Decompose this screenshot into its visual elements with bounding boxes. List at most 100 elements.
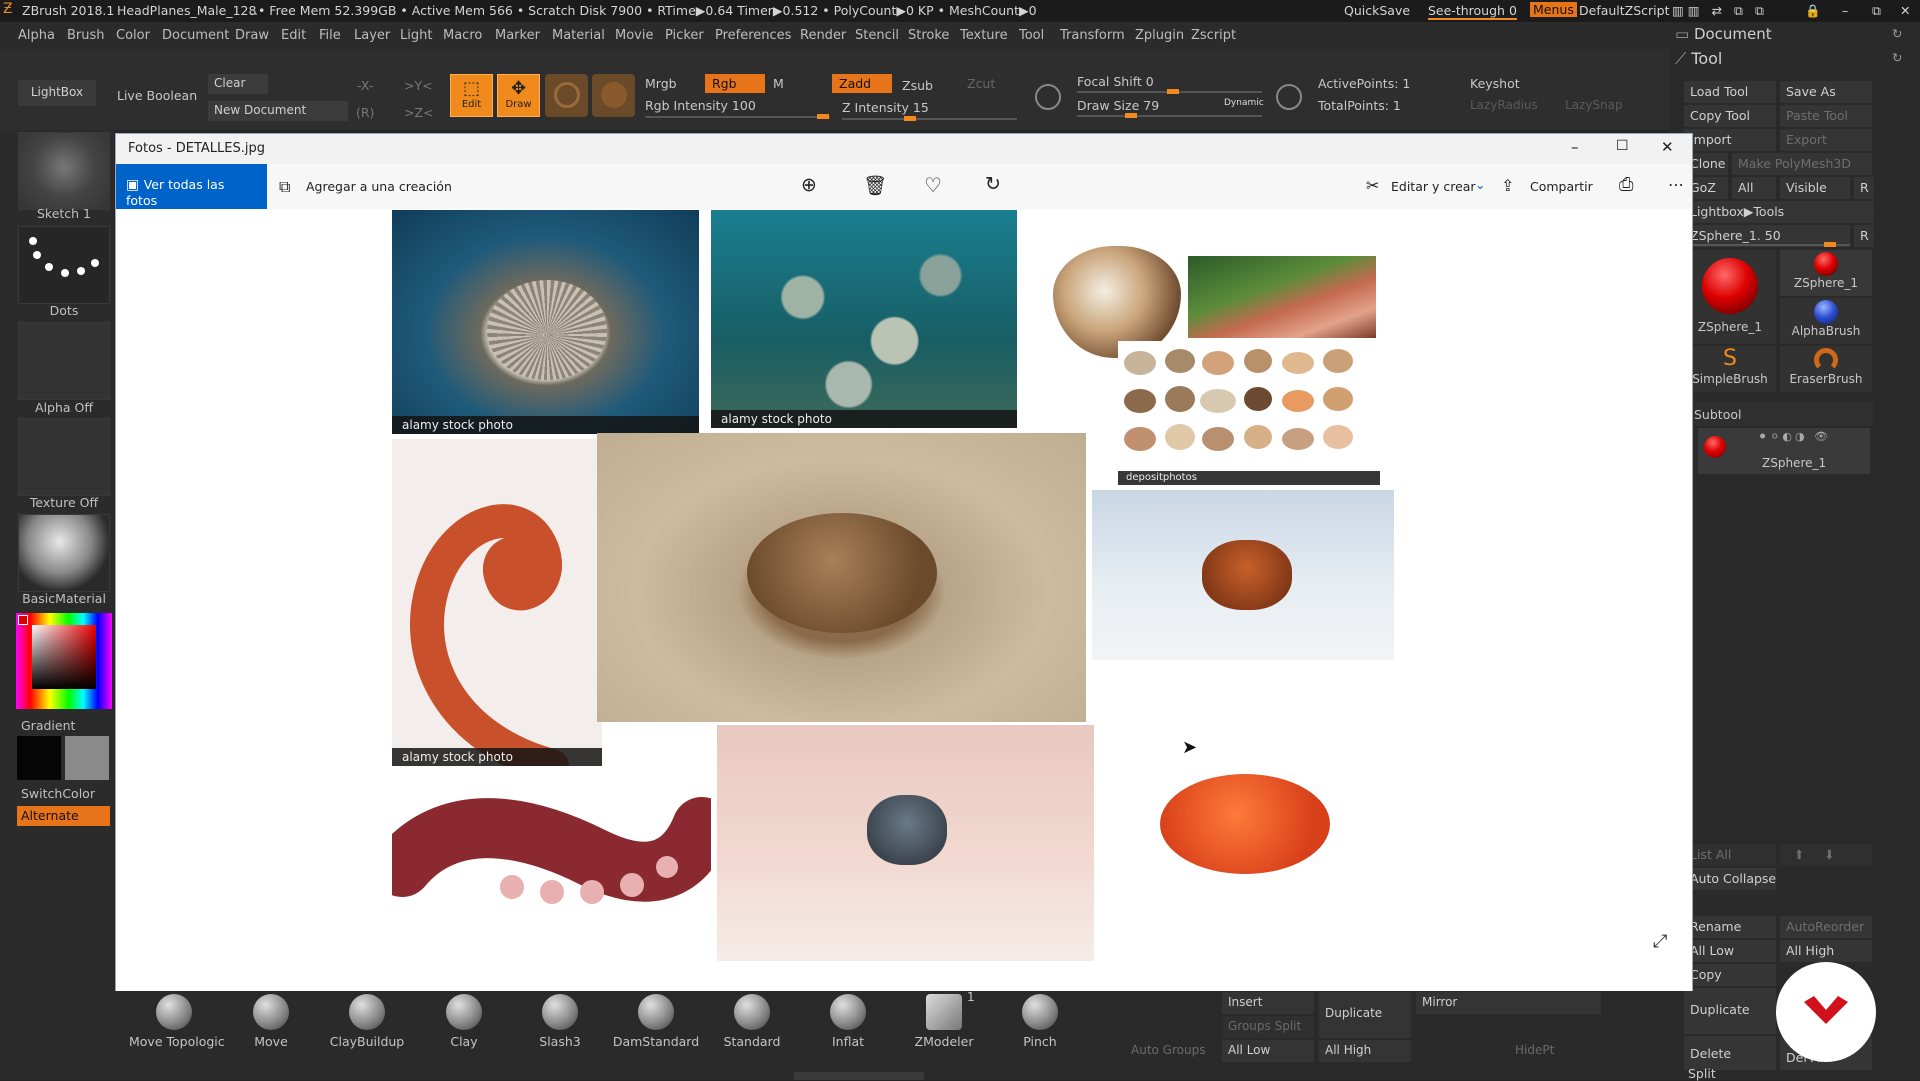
lightbox-tools-button[interactable]: Lightbox▶Tools (1684, 201, 1874, 223)
menu-draw[interactable]: Draw (235, 28, 269, 43)
delete-button[interactable]: Delete (1684, 1036, 1776, 1070)
zadd-toggle[interactable]: Zadd (832, 74, 892, 93)
z-intensity-slider[interactable] (842, 116, 1017, 121)
y-symmetry[interactable]: >Y< (404, 78, 433, 93)
menu-texture[interactable]: Texture (960, 28, 1008, 43)
keyshot-button[interactable]: Keyshot (1470, 76, 1520, 91)
color-square[interactable] (32, 625, 96, 689)
zoom-icon[interactable]: ⊕ (801, 174, 817, 196)
share-button[interactable]: Compartir (1530, 179, 1593, 194)
focal-shift-slider[interactable] (1077, 89, 1262, 94)
switchcolor-button[interactable]: SwitchColor (21, 786, 113, 801)
brush-move[interactable]: Move (226, 988, 316, 1049)
layout-icons[interactable]: ▥▥ ⇄ ⧉ ⧉ (1672, 3, 1768, 19)
menu-picker[interactable]: Picker (665, 28, 704, 43)
texture-thumbnail[interactable] (18, 418, 110, 496)
document-menu-header[interactable]: ▭ Document (1675, 25, 1772, 43)
default-zscript-button[interactable]: DefaultZScript (1579, 3, 1670, 18)
split-header[interactable]: Split (1688, 1066, 1716, 1081)
subtool-item[interactable]: ZSphere_1 ⚫⚪◐◑ 👁 (1698, 428, 1870, 474)
material-thumbnail[interactable] (18, 514, 110, 592)
paste-tool-button[interactable]: Paste Tool (1780, 105, 1872, 127)
menu-macro[interactable]: Macro (443, 28, 482, 43)
new-document-button[interactable]: New Document (208, 101, 348, 121)
menu-tool[interactable]: Tool (1019, 28, 1044, 43)
brush-clay[interactable]: Clay (419, 988, 509, 1049)
brush-move-topologic[interactable]: Move Topologic (129, 988, 225, 1049)
menu-preferences[interactable]: Preferences (715, 28, 791, 43)
menu-stencil[interactable]: Stencil (855, 28, 899, 43)
subtool-arrows[interactable]: ⬆ ⬇ (1780, 844, 1872, 866)
photos-close-icon[interactable]: ✕ (1661, 138, 1674, 156)
brush-damstandard[interactable]: DamStandard (611, 988, 701, 1049)
tool-thumb-alphabrush[interactable]: AlphaBrush (1780, 298, 1872, 344)
menu-document[interactable]: Document (162, 28, 229, 43)
main-color-swatch[interactable] (17, 736, 61, 780)
photos-maximize-icon[interactable]: ☐ (1616, 138, 1629, 154)
rename-button[interactable]: Rename (1684, 916, 1776, 938)
brush-pinch[interactable]: Pinch (995, 988, 1085, 1049)
goz-visible-button[interactable]: Visible (1780, 177, 1850, 199)
menu-edit[interactable]: Edit (281, 28, 306, 43)
auto-reorder-button[interactable]: AutoReorder (1780, 916, 1872, 938)
save-as-button[interactable]: Save As (1780, 81, 1872, 103)
insert-button[interactable]: Insert (1222, 992, 1314, 1014)
all-low-button[interactable]: All Low (1684, 940, 1776, 962)
more-icon[interactable]: ⋯ (1668, 175, 1684, 194)
live-boolean-button[interactable]: Live Boolean (117, 88, 197, 103)
menu-light[interactable]: Light (400, 28, 432, 43)
menu-material[interactable]: Material (552, 28, 605, 43)
make-polymesh-button[interactable]: Make PolyMesh3D (1732, 153, 1872, 175)
goz-r-button[interactable]: R (1854, 177, 1874, 199)
all-high-bottom-button[interactable]: All High (1319, 1040, 1411, 1062)
lazy-snap-label[interactable]: LazySnap (1565, 98, 1623, 112)
move-mode-button[interactable] (545, 74, 588, 117)
zsphere-r-button[interactable]: R (1854, 225, 1874, 247)
load-tool-button[interactable]: Load Tool (1684, 81, 1776, 103)
menu-layer[interactable]: Layer (354, 28, 390, 43)
rotate-icon[interactable]: ↻ (985, 173, 1001, 195)
subtool-header[interactable]: Subtool (1684, 402, 1874, 426)
close-icon[interactable]: ✕ (1900, 3, 1910, 18)
lightbox-button[interactable]: LightBox (18, 80, 96, 106)
goz-all-button[interactable]: All (1732, 177, 1776, 199)
duplicate-button[interactable]: Duplicate (1684, 988, 1776, 1034)
see-through-slider[interactable]: See-through 0 (1428, 3, 1517, 20)
fullscreen-icon[interactable]: ⤢ (1653, 931, 1667, 952)
tool-menu-header[interactable]: ⟋ Tool (1675, 49, 1722, 69)
brush-inflat[interactable]: Inflat (803, 988, 893, 1049)
quicksave-button[interactable]: QuickSave (1344, 3, 1410, 18)
scale-mode-button[interactable] (592, 74, 635, 117)
export-button[interactable]: Export (1780, 129, 1872, 151)
photo-canvas[interactable]: alamy stock photo alamy stock photo depo… (116, 209, 1692, 991)
minimize-icon[interactable]: – (1842, 3, 1848, 18)
brush-slash3[interactable]: Slash3 (515, 988, 605, 1049)
mrgb-toggle[interactable]: Mrgb (645, 76, 677, 91)
bottom-shelf-scroll[interactable] (794, 1072, 924, 1080)
favorite-icon[interactable]: ♡ (924, 173, 942, 197)
z-symmetry[interactable]: >Z< (404, 105, 434, 120)
duplicate-bottom-button[interactable]: Duplicate (1319, 992, 1411, 1038)
hidept-button[interactable]: HidePt (1509, 1040, 1601, 1062)
auto-collapse-button[interactable]: Auto Collapse (1684, 868, 1776, 890)
menu-transform[interactable]: Transform (1060, 28, 1125, 43)
menu-render[interactable]: Render (800, 28, 846, 43)
menu-brush[interactable]: Brush (67, 28, 105, 43)
menu-zscript[interactable]: Zscript (1191, 28, 1236, 43)
menu-file[interactable]: File (319, 28, 341, 43)
zsub-toggle[interactable]: Zsub (902, 78, 933, 93)
menus-button[interactable]: Menus (1530, 2, 1577, 17)
list-all-button[interactable]: List All (1684, 844, 1776, 866)
menu-movie[interactable]: Movie (615, 28, 653, 43)
add-to-creation-button[interactable]: Agregar a una creación (306, 179, 452, 194)
stroke-d-icon[interactable] (1276, 84, 1302, 110)
copy-tool-button[interactable]: Copy Tool (1684, 105, 1776, 127)
stroke-s-icon[interactable] (1035, 84, 1061, 110)
delete-icon[interactable]: 🗑 (863, 174, 887, 197)
r-symmetry[interactable]: (R) (356, 105, 374, 120)
draw-size-slider[interactable] (1077, 113, 1262, 118)
tool-thumb-zsphere-large[interactable]: ZSphere_1 (1684, 250, 1776, 344)
color-picker[interactable] (16, 613, 112, 709)
auto-groups-button[interactable]: Auto Groups (1125, 1040, 1217, 1062)
zcut-toggle[interactable]: Zcut (967, 76, 995, 91)
